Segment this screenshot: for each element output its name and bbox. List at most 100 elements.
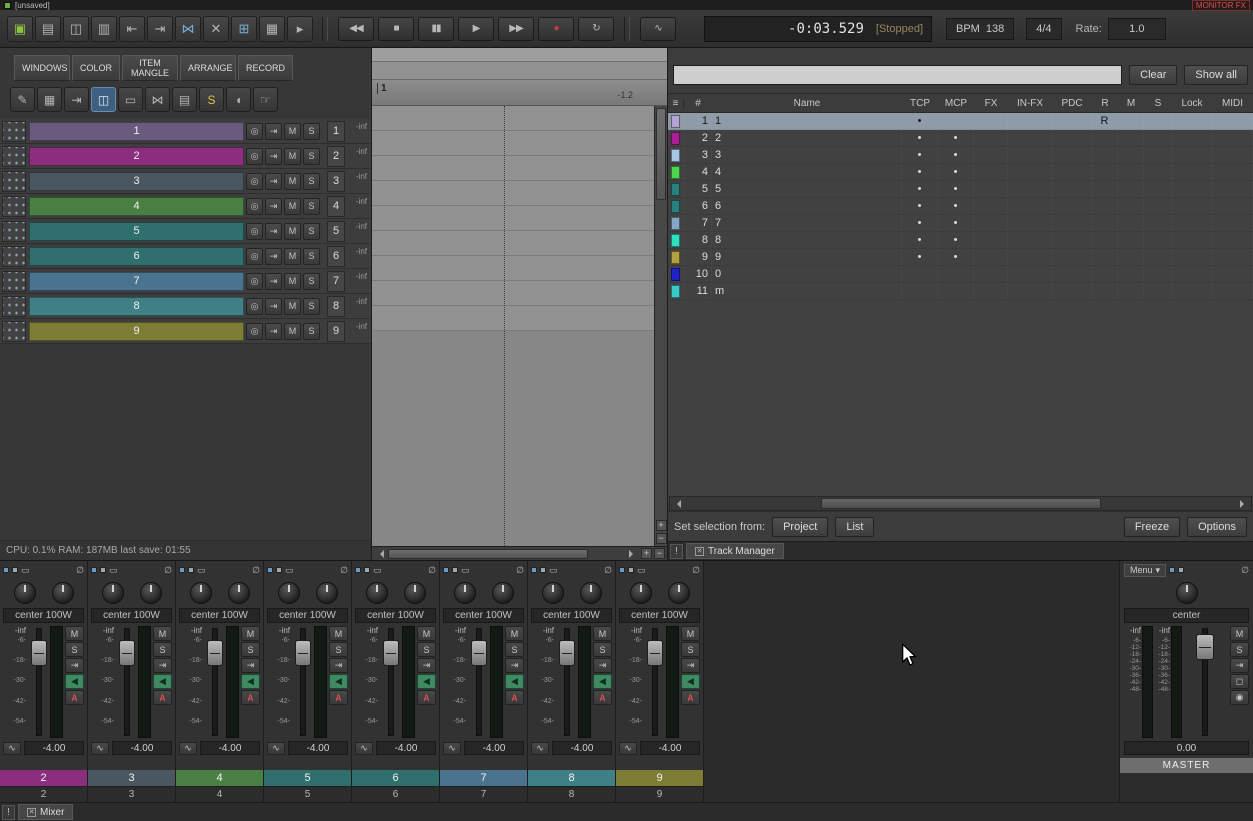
row-name-cell[interactable]: 2 (712, 130, 902, 146)
solo-button[interactable]: S (303, 273, 320, 290)
track-lane[interactable] (372, 231, 654, 256)
infx-cell[interactable] (1008, 215, 1052, 231)
pan-width-display[interactable]: center 100W (443, 608, 524, 623)
strip-track-name[interactable]: 5 (264, 770, 351, 786)
strip-option-icon-2[interactable] (364, 567, 370, 573)
track-name[interactable]: 9 (29, 322, 244, 341)
receives-button[interactable]: ◀ (505, 674, 524, 689)
tcp-dot-cell[interactable] (902, 266, 938, 282)
strip-option-icon[interactable] (91, 567, 97, 573)
track-color-swatch[interactable] (671, 285, 680, 298)
time-signature-box[interactable]: 4/4 (1026, 18, 1061, 40)
mute-cell[interactable] (1118, 130, 1144, 146)
tcp-dot-cell[interactable]: • (902, 130, 938, 146)
scroll-left-arrow[interactable] (671, 499, 683, 509)
tcp-dot-cell[interactable]: • (902, 181, 938, 197)
row-name-cell[interactable]: 4 (712, 164, 902, 180)
infx-cell[interactable] (1008, 130, 1052, 146)
strip-option-icon-2[interactable] (540, 567, 546, 573)
track-grip[interactable] (2, 221, 26, 242)
track-row[interactable]: 3 ◎ ⇥ M S 3 -inf (0, 169, 371, 194)
infx-cell[interactable] (1008, 266, 1052, 282)
mcp-dot-cell[interactable]: • (938, 181, 974, 197)
fader-mode-icon[interactable]: ▭ (109, 565, 118, 576)
envelope-button[interactable]: ∿ (355, 742, 373, 755)
fader-mode-icon[interactable]: ▭ (373, 565, 382, 576)
mute-cell[interactable] (1118, 283, 1144, 299)
lock-cell[interactable] (1172, 283, 1212, 299)
route-button[interactable]: ⇥ (681, 658, 700, 673)
tool-icon-button[interactable]: ▭ (118, 87, 143, 112)
toolbar-icon-button[interactable]: ▥ (91, 16, 117, 42)
tcp-dot-cell[interactable]: • (902, 147, 938, 163)
track-row[interactable]: 2 ◎ ⇥ M S 2 -inf (0, 144, 371, 169)
volume-fader[interactable] (644, 626, 666, 738)
fader-handle[interactable] (207, 640, 223, 666)
track-name[interactable]: 5 (29, 222, 244, 241)
mute-button[interactable]: M (284, 273, 301, 290)
pan-width-display[interactable]: center 100W (355, 608, 436, 623)
track-row[interactable]: 7 ◎ ⇥ M S 7 -inf (0, 269, 371, 294)
route-button[interactable]: ⇥ (65, 658, 84, 673)
strip-track-name[interactable]: 4 (176, 770, 263, 786)
pan-width-display[interactable]: center 100W (3, 608, 84, 623)
mute-button[interactable]: M (241, 626, 260, 641)
mcp-dot-cell[interactable] (938, 283, 974, 299)
toolbar-icon-button[interactable]: ⋈ (175, 16, 201, 42)
route-button[interactable]: ⇥ (265, 123, 282, 140)
route-button[interactable]: ⇥ (265, 273, 282, 290)
track-manager-row[interactable]: 8 8 • • (668, 232, 1253, 249)
mcp-dot-cell[interactable]: • (938, 198, 974, 214)
infx-cell[interactable] (1008, 147, 1052, 163)
record-arm-button[interactable]: A (329, 690, 348, 705)
track-manager-row[interactable]: 6 6 • • (668, 198, 1253, 215)
columns-icon[interactable]: ≡ (668, 98, 684, 109)
fx-cell[interactable] (974, 283, 1008, 299)
fader-handle[interactable] (119, 640, 135, 666)
phase-icon[interactable]: ∅ (340, 565, 348, 576)
row-name-cell[interactable]: m (712, 283, 902, 299)
record-arm-button[interactable]: A (65, 690, 84, 705)
time-display[interactable]: -0:03.529 (788, 21, 864, 37)
record-arm-cell[interactable] (1092, 266, 1118, 282)
mute-button[interactable]: M (65, 626, 84, 641)
master-volume-fader[interactable] (1182, 626, 1227, 738)
mcp-dot-cell[interactable]: • (938, 232, 974, 248)
mute-cell[interactable] (1118, 113, 1144, 129)
pan-knob[interactable] (102, 582, 124, 604)
receives-button[interactable]: ◀ (241, 674, 260, 689)
volume-fader[interactable] (292, 626, 314, 738)
strip-track-name[interactable]: 6 (352, 770, 439, 786)
width-knob[interactable] (52, 582, 74, 604)
strip-option-icon-2[interactable] (628, 567, 634, 573)
tool-icon-button[interactable]: ⋈ (145, 87, 170, 112)
track-lane[interactable] (372, 306, 654, 331)
solo-cell[interactable] (1144, 130, 1172, 146)
track-color-swatch[interactable] (671, 132, 680, 145)
solo-button[interactable]: S (303, 123, 320, 140)
track-grip[interactable] (2, 321, 26, 342)
record-arm-cell[interactable] (1092, 232, 1118, 248)
tcp-tab[interactable]: WINDOWS (14, 55, 70, 81)
pan-knob[interactable] (190, 582, 212, 604)
fader-mode-icon[interactable]: ▭ (197, 565, 206, 576)
track-grip[interactable] (2, 271, 26, 292)
master-pan-display[interactable]: center (1124, 608, 1249, 623)
solo-cell[interactable] (1144, 283, 1172, 299)
lock-cell[interactable] (1172, 232, 1212, 248)
pan-width-display[interactable]: center 100W (619, 608, 700, 623)
route-button[interactable]: ⇥ (265, 148, 282, 165)
column-header[interactable]: IN-FX (1008, 98, 1052, 109)
midi-cell[interactable] (1212, 130, 1253, 146)
lock-cell[interactable] (1172, 266, 1212, 282)
tcp-dot-cell[interactable]: • (902, 113, 938, 129)
row-name-cell[interactable]: 5 (712, 181, 902, 197)
close-icon[interactable]: ✕ (27, 808, 36, 817)
mute-button[interactable]: M (284, 223, 301, 240)
mcp-dot-cell[interactable] (938, 266, 974, 282)
arrange-canvas[interactable] (372, 106, 654, 546)
pan-width-display[interactable]: center 100W (91, 608, 172, 623)
tool-icon-button[interactable]: S (199, 87, 224, 112)
track-color-swatch[interactable] (671, 268, 680, 281)
transport-button[interactable]: ▶▶ (498, 17, 534, 41)
